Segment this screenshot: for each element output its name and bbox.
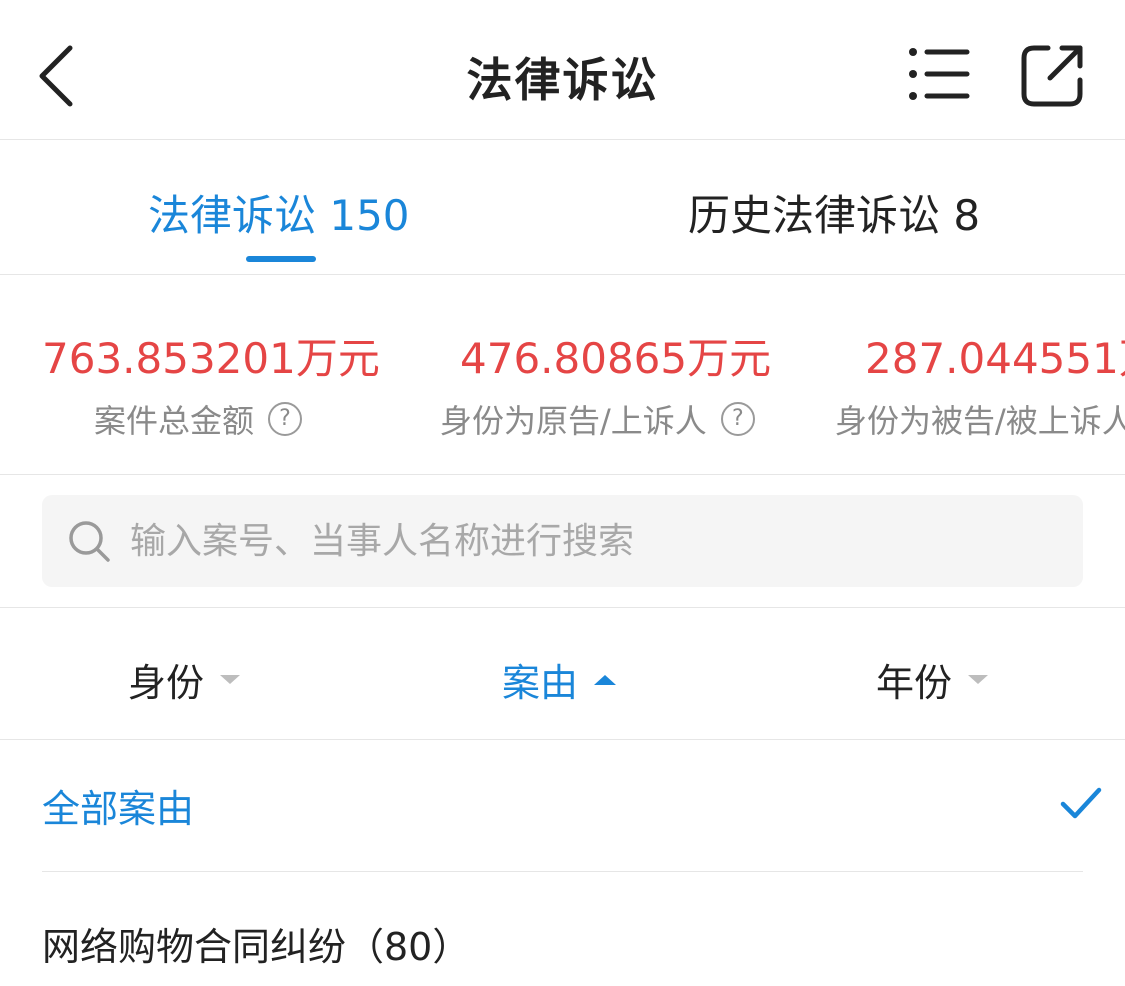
list-icon[interactable] [905, 44, 975, 104]
nav-bar: 法律诉讼 [0, 0, 1125, 140]
list-item-label: 网络购物合同纠纷（80） [42, 925, 471, 969]
amount-summary: 763.853201万元 案件总金额 ? 476.80865万元 身份为原告/上… [0, 275, 1125, 475]
search-box[interactable] [42, 495, 1083, 587]
tab-history-lawsuits[interactable]: 历史法律诉讼 8 [688, 182, 980, 243]
stat-amount: 476.80865万元 [460, 334, 772, 383]
search-icon [69, 521, 110, 562]
filter-case-reason[interactable]: 案由 [502, 652, 617, 707]
list-item[interactable]: 全部案由 [42, 740, 1102, 872]
filter-identity[interactable]: 身份 [128, 652, 241, 707]
filter-label: 案由 [502, 661, 579, 705]
stat-label: 身份为被告/被上诉人 [835, 402, 1125, 440]
stat-label: 案件总金额 [94, 402, 255, 440]
list-item-label: 全部案由 [42, 787, 195, 831]
active-tab-indicator [246, 256, 316, 262]
filter-label: 身份 [128, 661, 205, 705]
case-reason-list: 全部案由 网络购物合同纠纷（80） [0, 740, 1125, 986]
search-section [0, 475, 1125, 608]
caret-up-icon [594, 674, 617, 685]
caret-down-icon [968, 675, 989, 684]
stat-plaintiff-amount: 476.80865万元 身份为原告/上诉人 ? [440, 325, 771, 442]
stat-amount: 763.853201万元 [42, 334, 380, 383]
stat-total-amount: 763.853201万元 案件总金额 ? [42, 325, 380, 442]
help-icon[interactable]: ? [268, 402, 303, 436]
filter-year[interactable]: 年份 [876, 652, 989, 707]
filter-bar: 身份 案由 年份 [0, 608, 1125, 740]
tab-bar: 法律诉讼 150 历史法律诉讼 8 [0, 140, 1125, 275]
share-icon[interactable] [1018, 40, 1088, 110]
stat-label: 身份为原告/上诉人 [440, 402, 707, 440]
check-icon [1060, 787, 1102, 819]
list-item[interactable]: 网络购物合同纠纷（80） [42, 872, 1083, 986]
tab-lawsuits[interactable]: 法律诉讼 150 [148, 182, 410, 243]
stat-amount: 287.044551万元 [865, 334, 1125, 383]
filter-label: 年份 [876, 661, 953, 705]
stat-defendant-amount: 287.044551万元 身份为被告/被上诉人 [835, 325, 1125, 442]
help-icon[interactable]: ? [720, 402, 755, 436]
search-input[interactable] [130, 520, 1030, 562]
caret-down-icon [220, 675, 241, 684]
